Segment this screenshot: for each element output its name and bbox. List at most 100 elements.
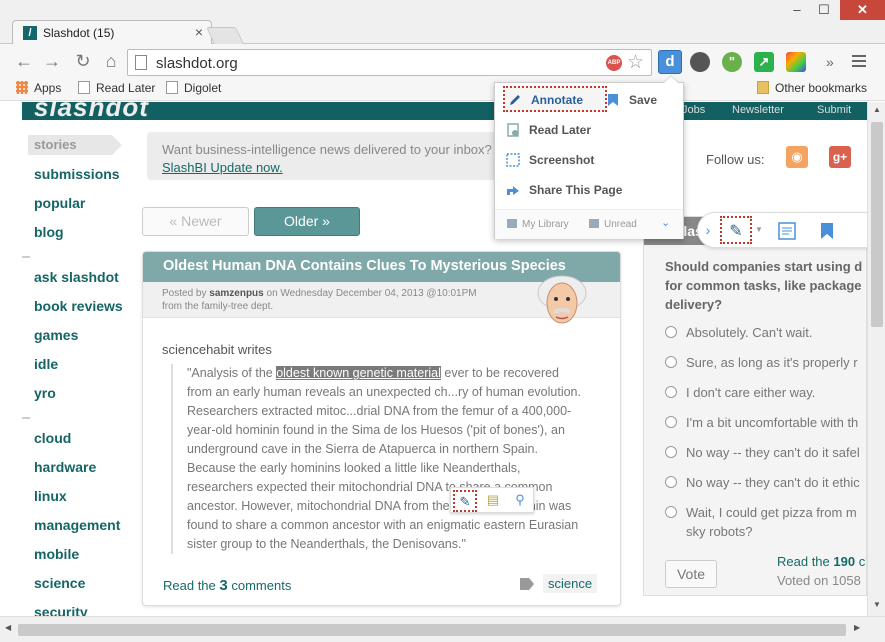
- reload-icon[interactable]: ↻: [73, 51, 93, 71]
- story-byline: Posted by samzenpus on Wednesday Decembe…: [162, 288, 477, 299]
- highlight-pen-icon[interactable]: ✎: [453, 490, 477, 512]
- sidebar-item-submissions[interactable]: submissions: [34, 166, 120, 182]
- sidebar-item-stories[interactable]: stories: [28, 135, 122, 155]
- story-title[interactable]: Oldest Human DNA Contains Clues To Myste…: [163, 258, 566, 274]
- feedly-extension-icon[interactable]: ↗: [754, 52, 774, 72]
- horizontal-scrollbar[interactable]: ◀ ▶: [0, 616, 885, 642]
- annotate-button[interactable]: Annotate: [503, 86, 607, 112]
- bookmark-digolet[interactable]: Digolet: [166, 81, 221, 95]
- tab-close-icon[interactable]: ×: [195, 24, 203, 40]
- scroll-left-icon[interactable]: ◀: [5, 623, 11, 632]
- radio-button[interactable]: [665, 416, 677, 428]
- other-bookmarks[interactable]: Other bookmarks: [757, 81, 867, 95]
- browser-titlebar: / Slashdot (15) × – ☐ ✕: [0, 0, 885, 45]
- bookmark-ribbon-icon[interactable]: [812, 216, 842, 244]
- sidebar-item-yro[interactable]: yro: [34, 385, 56, 401]
- screenshot-button[interactable]: Screenshot: [503, 148, 594, 174]
- evernote-extension-icon[interactable]: ": [722, 52, 742, 72]
- url-input[interactable]: [156, 53, 596, 73]
- scroll-down-icon[interactable]: ▼: [873, 600, 881, 609]
- browser-menu-icon[interactable]: [852, 55, 866, 70]
- sidebar-item-science[interactable]: science: [34, 575, 85, 591]
- poll-option[interactable]: Absolutely. Can't wait.: [665, 323, 813, 343]
- einstein-avatar-icon: [537, 275, 587, 324]
- vertical-scrollbar[interactable]: ▲ ▼: [867, 102, 885, 616]
- header-link[interactable]: Newsletter: [732, 104, 784, 116]
- story-dept: from the family-tree dept.: [162, 301, 274, 312]
- forward-arrow-icon[interactable]: →: [42, 51, 62, 71]
- browser-tab[interactable]: / Slashdot (15) ×: [12, 20, 212, 45]
- sidebar-item-blog[interactable]: blog: [34, 224, 64, 240]
- slashdot-logo[interactable]: slashdot: [34, 102, 149, 123]
- older-button[interactable]: Older »: [254, 207, 360, 236]
- read-later-button[interactable]: Read Later: [503, 118, 591, 144]
- more-extensions-chevron-icon[interactable]: »: [826, 54, 834, 70]
- radio-button[interactable]: [665, 476, 677, 488]
- adblock-plus-icon[interactable]: ABP: [606, 55, 622, 71]
- comments-link[interactable]: Read the 3 comments: [163, 577, 291, 594]
- sticky-note-icon[interactable]: [772, 216, 802, 244]
- scroll-up-icon[interactable]: ▲: [873, 105, 881, 114]
- sidebar-item-mobile[interactable]: mobile: [34, 546, 79, 562]
- poll-option[interactable]: I'm a bit uncomfortable with th: [665, 413, 858, 433]
- share-page-button[interactable]: Share This Page: [503, 178, 622, 204]
- save-button[interactable]: Save: [603, 88, 681, 114]
- sidebar-item-security[interactable]: security: [34, 604, 88, 616]
- colorpicker-extension-icon[interactable]: [786, 52, 806, 72]
- unread-label: Unread: [604, 219, 637, 230]
- google-plus-icon[interactable]: g+: [829, 146, 851, 168]
- scroll-thumb[interactable]: [871, 122, 883, 327]
- expand-chevron-icon[interactable]: ⌄: [661, 216, 670, 229]
- highlighted-text[interactable]: oldest known genetic material: [276, 366, 441, 380]
- collapse-chevron-icon[interactable]: ›: [702, 216, 714, 244]
- rss-icon[interactable]: ◉: [786, 146, 808, 168]
- bookmark-read-later[interactable]: Read Later: [78, 81, 155, 95]
- bookmark-star-icon[interactable]: ☆: [627, 51, 644, 74]
- dropdown-arrow-icon[interactable]: ▼: [754, 216, 764, 244]
- sidebar-item-idle[interactable]: idle: [34, 356, 58, 372]
- diigo-extension-icon[interactable]: d: [658, 50, 682, 74]
- radio-button[interactable]: [665, 506, 677, 518]
- poll-option[interactable]: Sure, as long as it's properly r: [665, 353, 858, 373]
- close-window-button[interactable]: ✕: [840, 0, 885, 20]
- scroll-right-icon[interactable]: ▶: [854, 623, 860, 632]
- sidebar-item-book-reviews[interactable]: book reviews: [34, 298, 123, 314]
- comment-note-icon[interactable]: ▤: [481, 490, 505, 512]
- sidebar-item-games[interactable]: games: [34, 327, 78, 343]
- bookmark-apps[interactable]: Apps: [16, 81, 61, 95]
- vote-button[interactable]: Vote: [665, 560, 717, 588]
- poll-option[interactable]: No way -- they can't do it ethic: [665, 473, 860, 493]
- annotate-pen-icon[interactable]: ✎: [720, 216, 752, 244]
- home-icon[interactable]: ⌂: [101, 51, 121, 71]
- poll-option[interactable]: Wait, I could get pizza from m: [665, 503, 857, 523]
- unread-link[interactable]: Unread: [589, 219, 637, 230]
- search-icon[interactable]: ⚲: [508, 490, 532, 512]
- back-arrow-icon[interactable]: ←: [14, 51, 34, 71]
- radio-button[interactable]: [665, 356, 677, 368]
- story-author[interactable]: samzenpus: [209, 288, 263, 299]
- sidebar-item-cloud[interactable]: cloud: [34, 430, 71, 446]
- poll-option[interactable]: I don't care either way.: [665, 383, 815, 403]
- maximize-button[interactable]: ☐: [812, 0, 836, 20]
- sidebar-item-ask-slashdot[interactable]: ask slashdot: [34, 269, 119, 285]
- promo-link[interactable]: SlashBI Update now.: [162, 160, 283, 175]
- sidebar-item-hardware[interactable]: hardware: [34, 459, 96, 475]
- color-circle-extension-icon[interactable]: [690, 52, 710, 72]
- minimize-button[interactable]: –: [786, 0, 808, 20]
- sidebar-item-management[interactable]: management: [34, 517, 120, 533]
- radio-button[interactable]: [665, 446, 677, 458]
- header-link[interactable]: Submit: [817, 104, 851, 116]
- address-bar[interactable]: [127, 49, 652, 76]
- radio-button[interactable]: [665, 326, 677, 338]
- folder-icon: [757, 81, 769, 94]
- poll-comments-link[interactable]: Read the 190 c: [777, 554, 865, 569]
- sidebar-item-linux[interactable]: linux: [34, 488, 67, 504]
- sidebar-item-popular[interactable]: popular: [34, 195, 85, 211]
- header-link[interactable]: Jobs: [682, 104, 705, 116]
- radio-button[interactable]: [665, 386, 677, 398]
- hscroll-thumb[interactable]: [18, 624, 846, 636]
- poll-option[interactable]: No way -- they can't do it safel: [665, 443, 860, 463]
- newer-button[interactable]: « Newer: [142, 207, 249, 236]
- my-library-link[interactable]: My Library: [507, 219, 569, 230]
- story-tag[interactable]: science: [543, 574, 598, 593]
